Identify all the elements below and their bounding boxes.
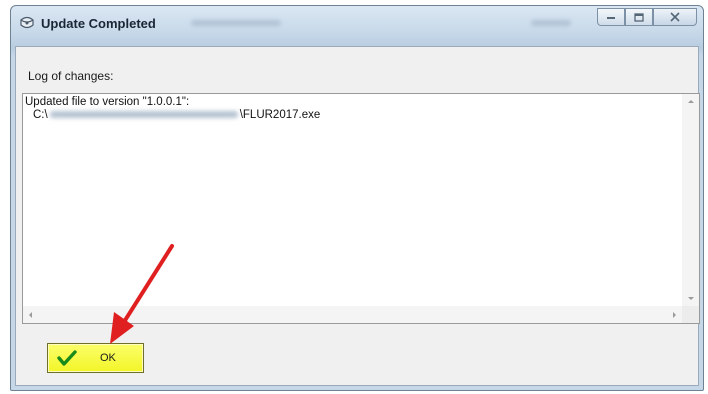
close-button[interactable] (653, 8, 697, 26)
update-completed-dialog: Update Completed Log of changes: Updated… (10, 5, 704, 391)
vertical-scrollbar[interactable] (682, 94, 699, 306)
path-prefix: C:\ (33, 109, 48, 121)
scroll-down-icon[interactable] (688, 297, 694, 300)
log-textbox[interactable]: Updated file to version "1.0.0.1": C:\ \FL… (22, 93, 700, 324)
log-label: Log of changes: (28, 69, 114, 83)
blurred-background-text (531, 20, 571, 26)
maximize-button[interactable] (625, 8, 653, 26)
scroll-right-icon[interactable] (673, 312, 676, 318)
window-controls (597, 8, 697, 30)
maximize-icon (634, 12, 644, 22)
ok-button-label: OK (100, 352, 116, 364)
app-icon (20, 16, 34, 29)
checkmark-icon (57, 350, 77, 366)
minimize-button[interactable] (597, 8, 625, 26)
scroll-left-icon[interactable] (29, 312, 32, 318)
redacted-path (49, 111, 238, 119)
scrollbar-corner (682, 306, 699, 323)
log-content: Updated file to version "1.0.0.1": C:\ \FL… (25, 96, 679, 305)
ok-button[interactable]: OK (47, 343, 144, 373)
blurred-background-text (191, 20, 281, 26)
minimize-icon (607, 17, 615, 19)
title-bar: Update Completed (11, 6, 703, 46)
window-title: Update Completed (41, 16, 156, 31)
path-suffix: \FLUR2017.exe (239, 109, 321, 121)
dialog-client-area: Log of changes: Updated file to version … (15, 46, 700, 386)
log-line: C:\ \FLUR2017.exe (25, 109, 679, 122)
log-line: Updated file to version "1.0.0.1": (25, 96, 190, 108)
close-icon (670, 12, 680, 22)
horizontal-scrollbar[interactable] (23, 306, 682, 323)
scroll-up-icon[interactable] (688, 100, 694, 103)
